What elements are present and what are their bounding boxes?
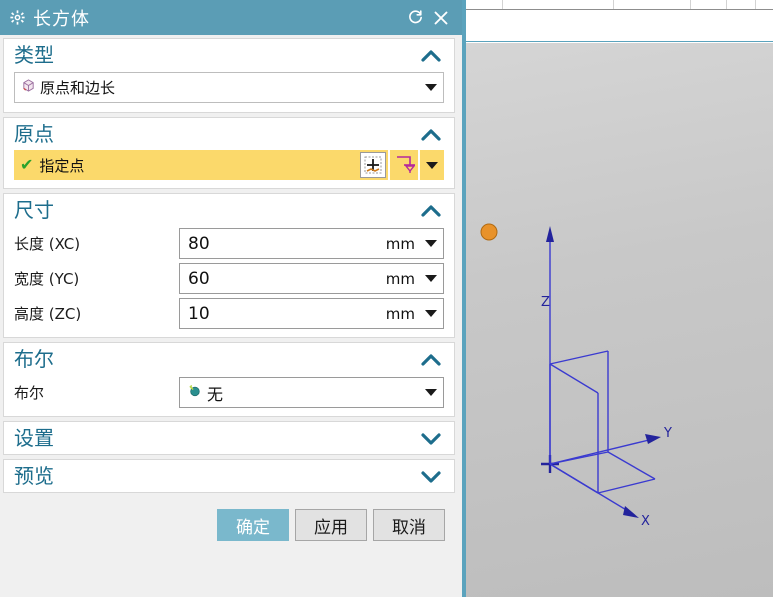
section-origin-title: 原点 (14, 122, 54, 146)
datum-point-icon (393, 152, 416, 178)
boolean-label: 布尔 (14, 384, 45, 402)
dialog-titlebar[interactable]: 长方体 (0, 0, 462, 35)
chevron-down-icon (426, 161, 438, 169)
boolean-combobox[interactable]: 无 (179, 377, 444, 408)
point-constructor-button[interactable] (358, 150, 388, 180)
datum-point-button[interactable] (388, 150, 418, 180)
background-ribbon-strip (465, 0, 773, 10)
dimension-row-length: 长度 (XC) 80 mm (4, 226, 454, 261)
axis-label-y: Y (664, 426, 672, 441)
boolean-value: 无 (207, 384, 224, 404)
dialog-body: 类型 原点和边长 原点 ✔ 指定点 尺寸 长度 (XC) 80 mm 宽度 (Y… (0, 35, 458, 597)
ok-button[interactable]: 确定 (217, 509, 289, 541)
height-unit: mm (385, 304, 415, 323)
reset-icon[interactable] (402, 5, 428, 31)
section-settings-header[interactable]: 设置 (4, 422, 454, 454)
boolean-none-icon (187, 383, 202, 402)
height-label: 高度 (ZC) (14, 305, 82, 323)
section-dimensions-header[interactable]: 尺寸 (4, 194, 454, 226)
section-boolean-header[interactable]: 布尔 (4, 343, 454, 375)
chevron-down-icon[interactable] (425, 275, 437, 282)
type-combobox[interactable]: 原点和边长 (14, 72, 444, 103)
length-unit: mm (385, 234, 415, 253)
chevron-down-icon[interactable] (418, 430, 444, 448)
chevron-up-icon[interactable] (418, 126, 444, 144)
chevron-down-icon[interactable] (425, 310, 437, 317)
chevron-down-icon[interactable] (425, 240, 437, 247)
chevron-up-icon[interactable] (418, 202, 444, 220)
chevron-down-icon[interactable] (425, 84, 437, 91)
section-dimensions-title: 尺寸 (14, 198, 54, 222)
width-value: 60 (188, 268, 210, 289)
section-dimensions: 尺寸 长度 (XC) 80 mm 宽度 (YC) 60 mm 高度 (ZC) 1… (3, 193, 455, 338)
origin-dropdown-button[interactable] (418, 150, 444, 180)
section-preview: 预览 (3, 459, 455, 493)
section-origin: 原点 ✔ 指定点 (3, 117, 455, 189)
block-icon (21, 78, 36, 97)
origin-select-row: ✔ 指定点 (4, 150, 454, 182)
app-root: Z Y X 长方体 类型 原点和边长 原点 ✔ 指定点 尺寸 长度 (XC) 8… (0, 0, 773, 597)
section-settings-title: 设置 (14, 426, 54, 450)
cancel-button[interactable]: 取消 (373, 509, 445, 541)
chevron-down-icon[interactable] (425, 389, 437, 396)
width-unit: mm (385, 269, 415, 288)
width-input[interactable]: 60 mm (179, 263, 444, 294)
section-type: 类型 原点和边长 (3, 38, 455, 113)
block-dialog: 长方体 类型 原点和边长 原点 ✔ 指定点 尺寸 长度 (XC) 80 mm 宽… (0, 0, 466, 597)
orange-point-marker (480, 223, 498, 241)
chevron-up-icon[interactable] (418, 47, 444, 65)
axis-label-x: X (641, 514, 650, 529)
section-origin-header[interactable]: 原点 (4, 118, 454, 150)
width-label: 宽度 (YC) (14, 270, 80, 288)
height-input[interactable]: 10 mm (179, 298, 444, 329)
gear-icon[interactable] (10, 10, 25, 25)
dialog-title: 长方体 (33, 8, 90, 30)
section-type-header[interactable]: 类型 (4, 39, 454, 71)
specify-point-field[interactable]: ✔ 指定点 (14, 150, 358, 180)
type-combo-row: 原点和边长 (4, 71, 454, 106)
chevron-up-icon[interactable] (418, 351, 444, 369)
length-label: 长度 (XC) (14, 235, 81, 253)
section-preview-header[interactable]: 预览 (4, 460, 454, 492)
height-value: 10 (188, 303, 210, 324)
dimension-row-height: 高度 (ZC) 10 mm (4, 296, 454, 331)
section-type-title: 类型 (14, 43, 54, 67)
chevron-down-icon[interactable] (418, 468, 444, 486)
section-preview-title: 预览 (14, 464, 54, 488)
background-toolbar-band (465, 10, 773, 42)
length-value: 80 (188, 233, 210, 254)
apply-button[interactable]: 应用 (295, 509, 367, 541)
specify-point-label: 指定点 (39, 156, 85, 175)
length-input[interactable]: 80 mm (179, 228, 444, 259)
wcs-triad (480, 223, 661, 518)
section-boolean-title: 布尔 (14, 347, 54, 371)
point-constructor-icon (360, 152, 386, 178)
dialog-footer: 确定 应用 取消 (3, 497, 455, 541)
section-settings: 设置 (3, 421, 455, 455)
type-combo-value: 原点和边长 (40, 79, 116, 97)
axis-label-z: Z (541, 295, 550, 310)
close-icon[interactable] (428, 5, 454, 31)
boolean-row: 布尔 无 (4, 375, 454, 410)
dimension-row-width: 宽度 (YC) 60 mm (4, 261, 454, 296)
section-boolean: 布尔 布尔 无 (3, 342, 455, 417)
graphics-viewport[interactable]: Z Y X (465, 43, 773, 597)
check-icon: ✔ (20, 155, 34, 174)
